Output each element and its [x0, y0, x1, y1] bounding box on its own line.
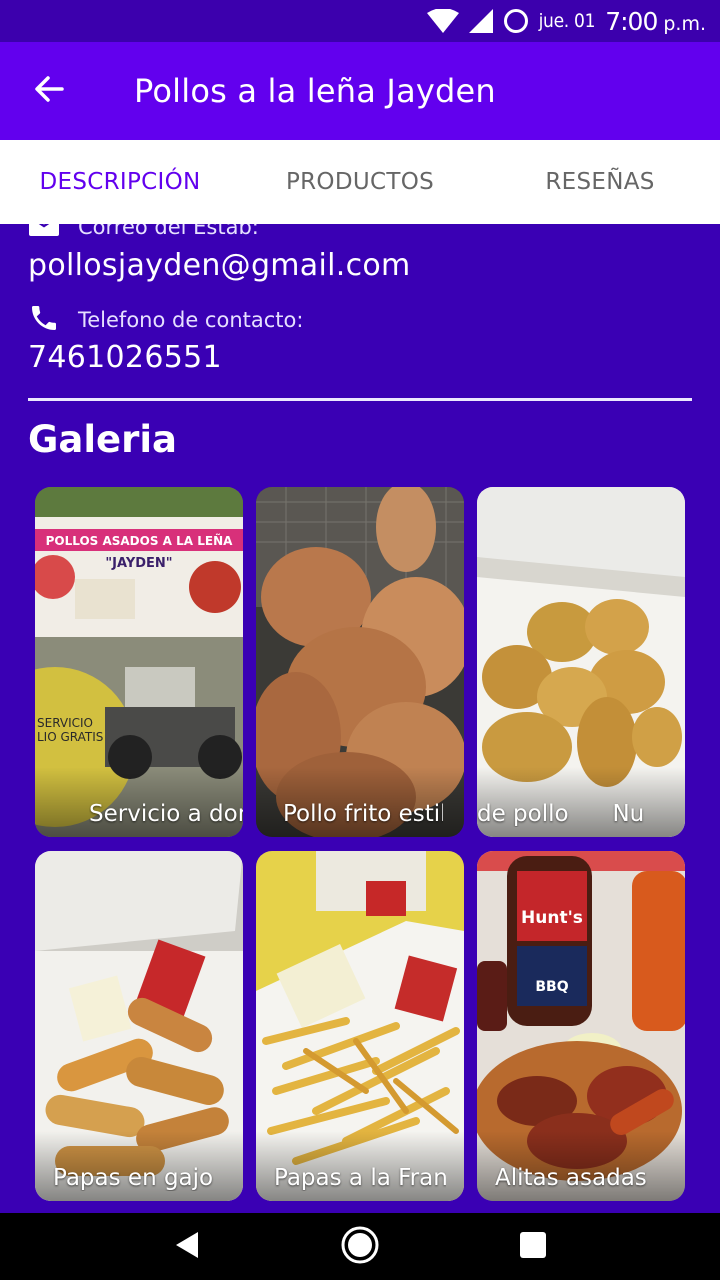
gallery-item-papas-gajo[interactable]: Papas en gajo: [35, 851, 243, 1201]
sign-title-text: POLLOS ASADOS A LA LEÑA: [46, 533, 234, 548]
gallery-caption: Papas a la Francesa: [274, 1165, 446, 1191]
status-bar: jue. 01 7:00 p.m.: [0, 0, 720, 42]
battery-circle-icon: [503, 8, 529, 34]
back-button[interactable]: [0, 42, 98, 140]
back-triangle-icon: [172, 1230, 202, 1264]
status-time: 7:00: [605, 6, 658, 36]
gallery-item-alitas[interactable]: Hunt's BBQ Alitas asadas: [477, 851, 685, 1201]
signal-icon: [468, 9, 493, 33]
section-divider: [28, 398, 692, 401]
home-circle-icon: [340, 1225, 380, 1269]
tab-productos[interactable]: PRODUCTOS: [240, 169, 480, 195]
gallery-item-nuggets[interactable]: de pollo Nu: [477, 487, 685, 837]
page-title: Pollos a la leña Jayden: [134, 72, 496, 110]
sign-service2-text: LIO GRATIS: [37, 730, 103, 744]
gallery-caption: Alitas asadas: [495, 1165, 647, 1191]
gallery-item-papas-francesa[interactable]: Papas a la Francesa: [256, 851, 464, 1201]
status-date: jue. 01: [538, 10, 596, 32]
bottle-sub-text: BBQ: [535, 979, 568, 995]
tab-resenas[interactable]: RESEÑAS: [480, 169, 720, 195]
status-clock: 7:00 p.m.: [605, 7, 706, 36]
phone-label: Telefono de contacto:: [78, 308, 304, 332]
app-bar: Pollos a la leña Jayden: [0, 42, 720, 140]
sign-service-text: SERVICIO: [37, 716, 93, 730]
gallery-item-pollo-frito[interactable]: Pollo frito estilo: [256, 487, 464, 837]
bottle-brand-text: Hunt's: [521, 908, 583, 928]
gallery-caption: de pollo Nu: [477, 801, 645, 827]
nav-home-button[interactable]: [330, 1217, 390, 1277]
tab-indicator: [0, 220, 240, 224]
gallery-item-servicio[interactable]: POLLOS ASADOS A LA LEÑA "JAYDEN" SERVICI…: [35, 487, 243, 837]
gallery-caption: Pollo frito estilo: [283, 801, 443, 827]
phone-label-row: Telefono de contacto:: [28, 302, 303, 338]
description-content[interactable]: Correo del Estab: pollosjayden@gmail.com…: [0, 140, 720, 1213]
gallery-title: Galeria: [28, 418, 178, 461]
status-ampm: p.m.: [663, 12, 706, 35]
tab-bar: DESCRIPCIÓN PRODUCTOS RESEÑAS: [0, 140, 720, 224]
email-value[interactable]: pollosjayden@gmail.com: [28, 248, 411, 283]
wifi-icon: [426, 9, 459, 33]
nav-recents-button[interactable]: [503, 1217, 563, 1277]
arrow-back-icon: [34, 74, 64, 108]
gallery-caption: Servicio a domicilio: [89, 801, 243, 827]
gallery-caption: Papas en gajo: [53, 1165, 214, 1191]
sign-name-text: "JAYDEN": [105, 556, 172, 571]
phone-value[interactable]: 7461026551: [28, 340, 222, 375]
recents-square-icon: [518, 1230, 548, 1264]
tab-descripcion[interactable]: DESCRIPCIÓN: [0, 169, 240, 195]
nav-back-button[interactable]: [157, 1217, 217, 1277]
phone-icon: [28, 302, 60, 338]
system-nav-bar: [0, 1213, 720, 1280]
